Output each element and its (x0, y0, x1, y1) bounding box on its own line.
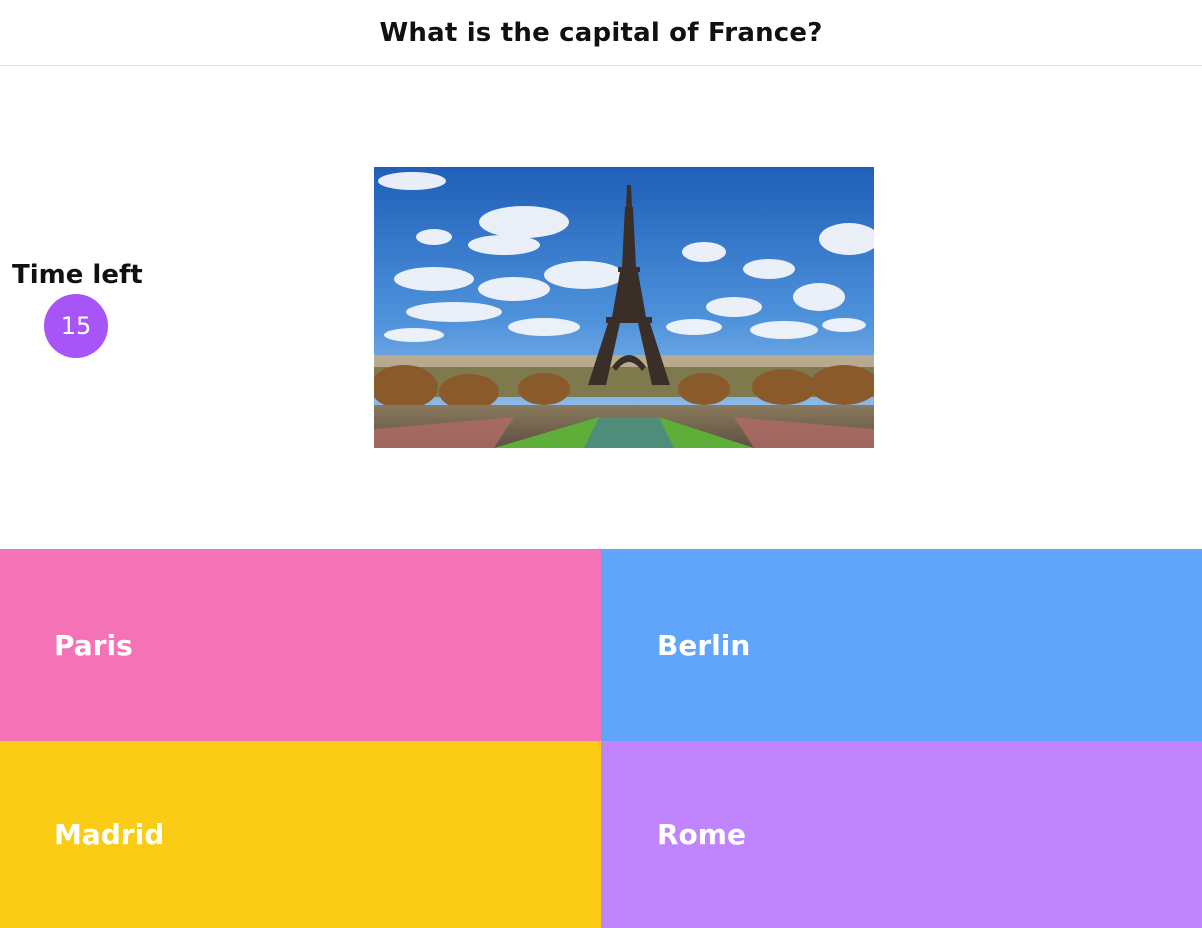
answer-label: Madrid (54, 818, 165, 851)
answer-label: Paris (54, 628, 133, 662)
question-title: What is the capital of France? (379, 17, 823, 48)
answer-label: Berlin (657, 628, 751, 662)
answer-paris-button[interactable]: Paris (0, 549, 601, 741)
question-header: What is the capital of France? (0, 0, 1202, 66)
answer-grid: Paris Berlin Madrid Rome (0, 549, 1202, 928)
eiffel-tower-photo (374, 167, 874, 448)
answer-berlin-button[interactable]: Berlin (601, 549, 1202, 741)
timer: Time left 15 (12, 260, 143, 358)
answer-label: Rome (657, 818, 746, 851)
answer-madrid-button[interactable]: Madrid (0, 741, 601, 928)
answer-rome-button[interactable]: Rome (601, 741, 1202, 928)
timer-label: Time left (12, 260, 143, 290)
timer-countdown-badge: 15 (44, 294, 108, 358)
